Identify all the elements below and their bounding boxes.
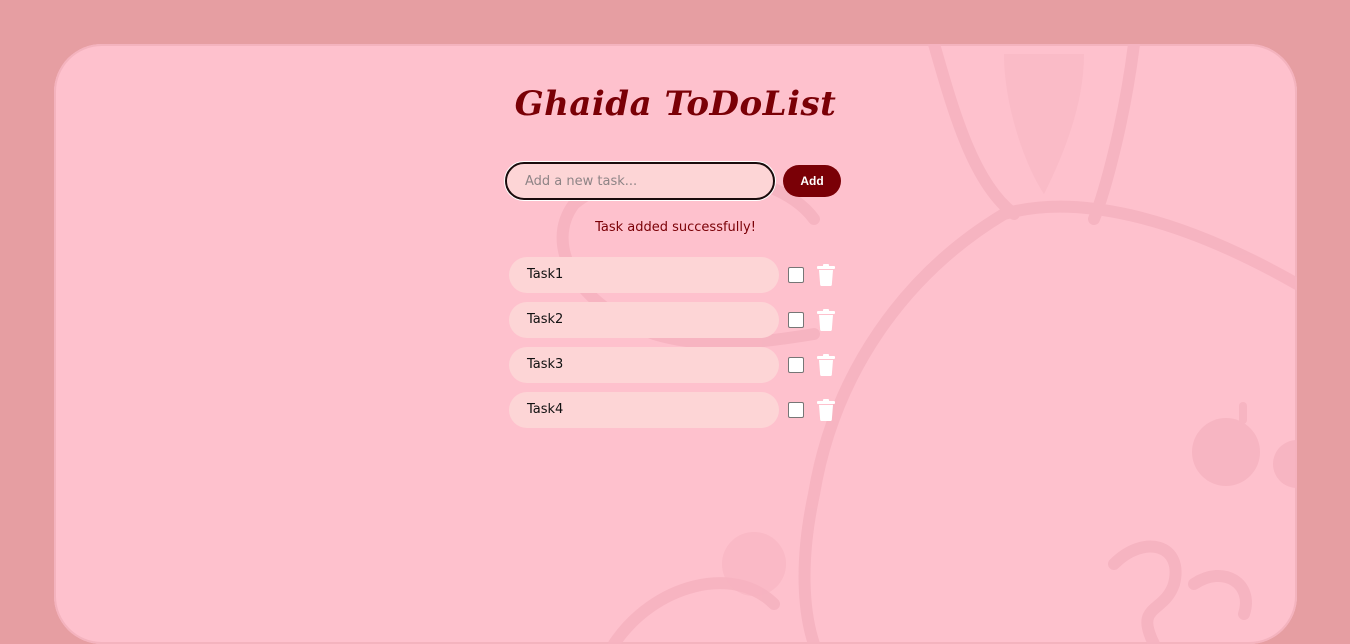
add-task-row: Add	[505, 162, 841, 200]
add-button[interactable]: Add	[783, 165, 841, 197]
task-item: Task2	[509, 302, 836, 338]
page-title: Ghaida ToDoList	[514, 84, 837, 124]
todo-card: Ghaida ToDoList Add Task added successfu…	[54, 44, 1297, 644]
trash-icon[interactable]	[816, 263, 836, 287]
task-item: Task3	[509, 347, 836, 383]
task-label: Task2	[509, 302, 779, 338]
task-checkbox[interactable]	[788, 357, 804, 373]
task-checkbox[interactable]	[788, 312, 804, 328]
task-item: Task4	[509, 392, 836, 428]
new-task-input[interactable]	[505, 162, 775, 200]
trash-icon[interactable]	[816, 353, 836, 377]
task-checkbox[interactable]	[788, 402, 804, 418]
task-label: Task1	[509, 257, 779, 293]
task-label: Task3	[509, 347, 779, 383]
task-list: Task1 Task2 Task3 Task4	[509, 257, 836, 437]
trash-icon[interactable]	[816, 308, 836, 332]
status-message: Task added successfully!	[595, 220, 756, 235]
task-item: Task1	[509, 257, 836, 293]
task-label: Task4	[509, 392, 779, 428]
task-checkbox[interactable]	[788, 267, 804, 283]
trash-icon[interactable]	[816, 398, 836, 422]
